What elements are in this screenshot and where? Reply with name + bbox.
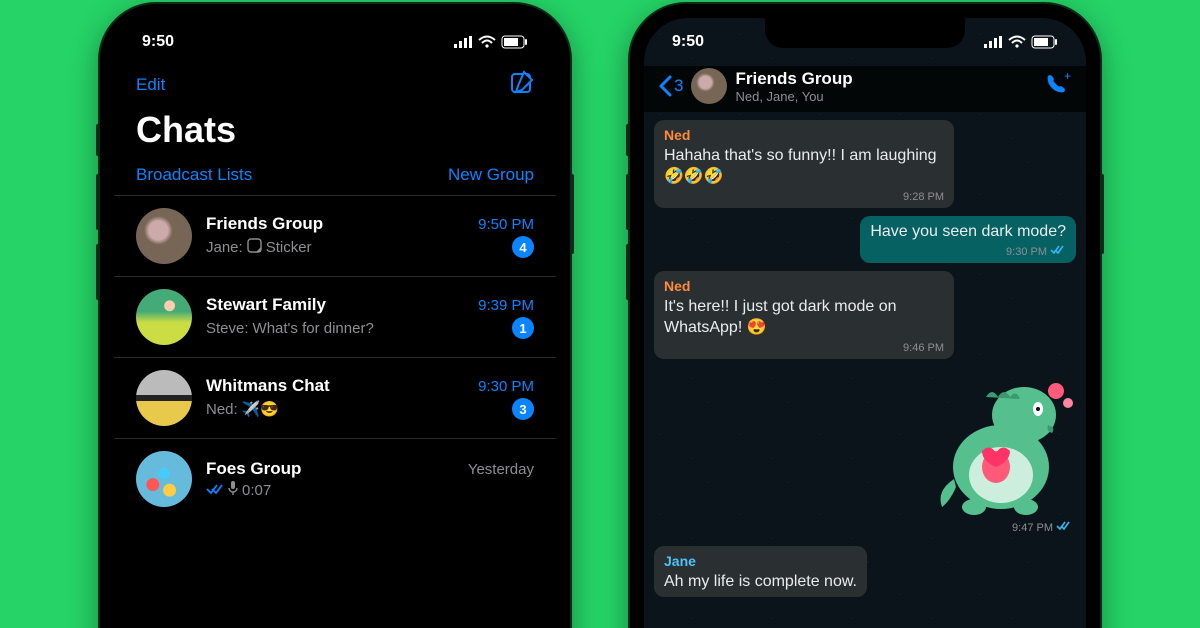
message-sticker[interactable] bbox=[926, 367, 1076, 517]
svg-text:+: + bbox=[1064, 69, 1071, 83]
notch bbox=[765, 18, 965, 48]
unread-badge: 3 bbox=[512, 398, 534, 420]
message-text: Have you seen dark mode? bbox=[870, 222, 1066, 243]
chat-title: Friends Group bbox=[735, 69, 1036, 89]
wifi-icon bbox=[1008, 36, 1026, 48]
chat-time: 9:30 PM bbox=[478, 378, 534, 395]
screen-chats: 9:50 Edit Chats Broadcast Lists bbox=[114, 18, 556, 628]
message-time: 9:46 PM bbox=[903, 341, 944, 355]
new-group-link[interactable]: New Group bbox=[448, 165, 534, 185]
chat-header-title-area[interactable]: Friends Group Ned, Jane, You bbox=[735, 69, 1036, 104]
avatar bbox=[136, 289, 192, 345]
compose-button[interactable] bbox=[510, 70, 534, 99]
chat-preview: Ned: ✈️😎 bbox=[206, 400, 279, 418]
dino-sticker-icon bbox=[926, 367, 1076, 517]
page-title: Chats bbox=[114, 103, 556, 165]
message-list[interactable]: Ned Hahaha that's so funny!! I am laughi… bbox=[644, 112, 1086, 605]
message-text: Hahaha that's so funny!! I am laughing 🤣… bbox=[664, 146, 944, 188]
unread-badge: 1 bbox=[512, 317, 534, 339]
chat-row[interactable]: Whitmans Chat 9:30 PM Ned: ✈️😎 3 bbox=[114, 357, 556, 438]
chat-preview: Steve: What's for dinner? bbox=[206, 320, 374, 337]
avatar bbox=[136, 370, 192, 426]
signal-icon bbox=[984, 36, 1002, 48]
screen-conversation: 9:50 3 Friends Group Ned, J bbox=[644, 18, 1086, 628]
chat-name: Foes Group bbox=[206, 459, 301, 479]
message-in[interactable]: Ned It's here!! I just got dark mode on … bbox=[654, 271, 954, 359]
status-time: 9:50 bbox=[672, 33, 704, 51]
chat-subtitle: Ned, Jane, You bbox=[735, 89, 1036, 104]
notch bbox=[235, 18, 435, 48]
phone-conversation: 9:50 3 Friends Group Ned, J bbox=[630, 4, 1100, 628]
chevron-left-icon bbox=[658, 75, 672, 97]
message-sender: Ned bbox=[664, 277, 944, 295]
message-text: It's here!! I just got dark mode on What… bbox=[664, 297, 944, 339]
chat-time: 9:50 PM bbox=[478, 216, 534, 233]
avatar bbox=[136, 451, 192, 507]
status-time: 9:50 bbox=[142, 33, 174, 51]
chat-row[interactable]: Friends Group 9:50 PM Jane: Sticker 4 bbox=[114, 195, 556, 276]
message-in[interactable]: Jane Ah my life is complete now. bbox=[654, 546, 867, 597]
battery-icon bbox=[1032, 36, 1058, 48]
call-button[interactable]: + bbox=[1044, 72, 1072, 101]
message-time: 9:28 PM bbox=[903, 190, 944, 204]
read-ticks-icon bbox=[206, 482, 224, 499]
message-out[interactable]: Have you seen dark mode? 9:30 PM bbox=[860, 216, 1076, 263]
signal-icon bbox=[454, 36, 472, 48]
sticker-icon bbox=[247, 238, 262, 257]
chat-name: Whitmans Chat bbox=[206, 376, 330, 396]
phone-chats: 9:50 Edit Chats Broadcast Lists bbox=[100, 4, 570, 628]
chat-row[interactable]: Stewart Family 9:39 PM Steve: What's for… bbox=[114, 276, 556, 357]
message-text: Ah my life is complete now. bbox=[664, 572, 857, 593]
battery-icon bbox=[502, 36, 528, 48]
message-meta: 9:47 PM bbox=[1012, 521, 1072, 534]
chat-name: Stewart Family bbox=[206, 295, 326, 315]
message-sender: Jane bbox=[664, 552, 857, 570]
read-ticks-icon bbox=[1056, 521, 1072, 534]
chat-list: Friends Group 9:50 PM Jane: Sticker 4 bbox=[114, 195, 556, 519]
chat-row[interactable]: Foes Group Yesterday 0:07 bbox=[114, 438, 556, 519]
chat-name: Friends Group bbox=[206, 214, 323, 234]
read-ticks-icon bbox=[1050, 245, 1066, 259]
message-time: 9:47 PM bbox=[1012, 522, 1053, 534]
message-time: 9:30 PM bbox=[1006, 245, 1047, 259]
broadcast-lists-link[interactable]: Broadcast Lists bbox=[136, 165, 252, 185]
chat-header: 3 Friends Group Ned, Jane, You + bbox=[644, 66, 1086, 112]
mic-icon bbox=[228, 481, 238, 499]
back-count: 3 bbox=[674, 76, 683, 96]
edit-button[interactable]: Edit bbox=[136, 75, 165, 95]
message-sender: Ned bbox=[664, 126, 944, 144]
chat-preview: Jane: Sticker bbox=[206, 238, 312, 257]
avatar bbox=[136, 208, 192, 264]
chat-time: 9:39 PM bbox=[478, 297, 534, 314]
unread-badge: 4 bbox=[512, 236, 534, 258]
message-in[interactable]: Ned Hahaha that's so funny!! I am laughi… bbox=[654, 120, 954, 208]
wifi-icon bbox=[478, 36, 496, 48]
chat-time: Yesterday bbox=[468, 461, 534, 478]
avatar[interactable] bbox=[691, 68, 727, 104]
chat-preview: 0:07 bbox=[206, 481, 271, 499]
back-button[interactable]: 3 bbox=[658, 75, 683, 97]
